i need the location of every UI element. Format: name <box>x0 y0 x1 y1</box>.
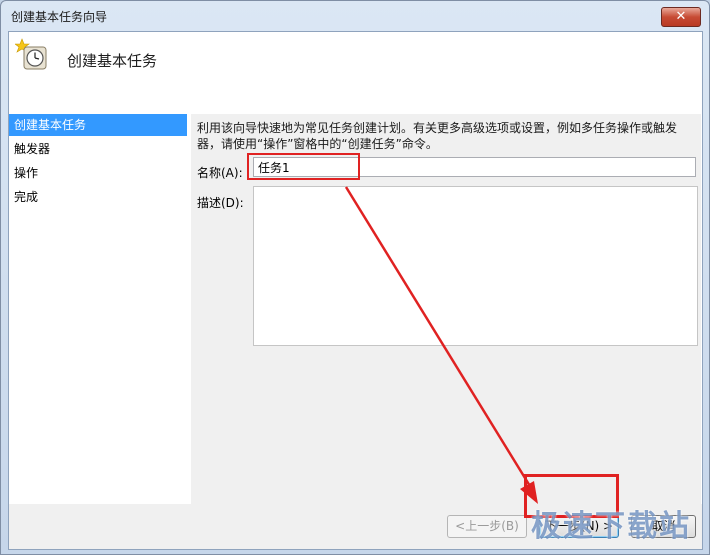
annotation-arrow <box>344 186 538 504</box>
wizard-window: 创建基本任务向导 ✕ 创建基本任务 创建基本任务 触发器 操作 完成 利用该向导… <box>0 0 710 555</box>
watermark-logo: 极速下载站 <box>531 509 691 544</box>
